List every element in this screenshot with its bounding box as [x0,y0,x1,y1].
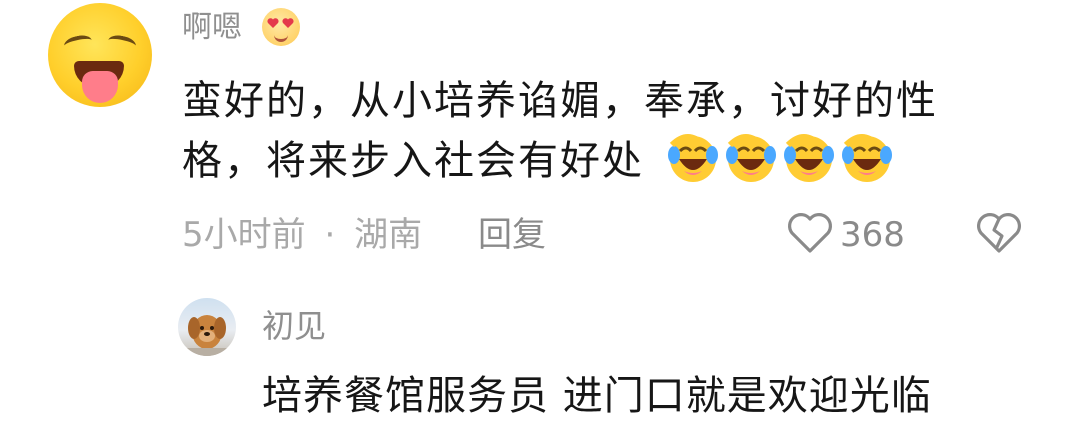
reply-text: 培养餐馆服务员 进门口就是欢迎光临 [262,373,932,419]
like-count: 368 [840,215,905,255]
dog-photo-icon [178,315,236,356]
user-avatar[interactable] [48,3,152,107]
avatar-eye-left [62,33,94,53]
reply-username[interactable]: 初见 [262,306,326,346]
heart-eyes-mouth [274,33,288,42]
comment-time: 5小时前 [182,215,306,255]
reply-button[interactable]: 回复 [478,215,546,255]
comment-text-line-2: 格，将来步入社会有好处 [182,138,644,184]
heart-eye-left-icon [267,18,279,28]
heart-eye-right-icon [282,18,294,28]
comment-location: 湖南 [354,215,423,255]
heart-eyes-icon [262,8,300,46]
comment-username[interactable]: 啊嗯 [182,8,242,48]
comment-meta: 5小时前 · 湖南 [182,215,422,255]
broken-heart-icon[interactable] [975,211,1023,255]
laughing-crying-emoji-icon [784,134,834,182]
avatar-eye-right [106,33,138,53]
avatar-tongue [82,71,118,103]
laughing-crying-emoji-icon [842,134,892,182]
comment-text-line-1: 蛮好的，从小培养谄媚，奉承，讨好的性 [182,78,938,124]
meta-separator: · [324,215,336,255]
laughing-crying-emoji-icon [668,134,718,182]
reply-user-avatar[interactable] [178,298,236,356]
heart-outline-icon[interactable] [786,211,834,255]
laughing-crying-emoji-icon [726,134,776,182]
